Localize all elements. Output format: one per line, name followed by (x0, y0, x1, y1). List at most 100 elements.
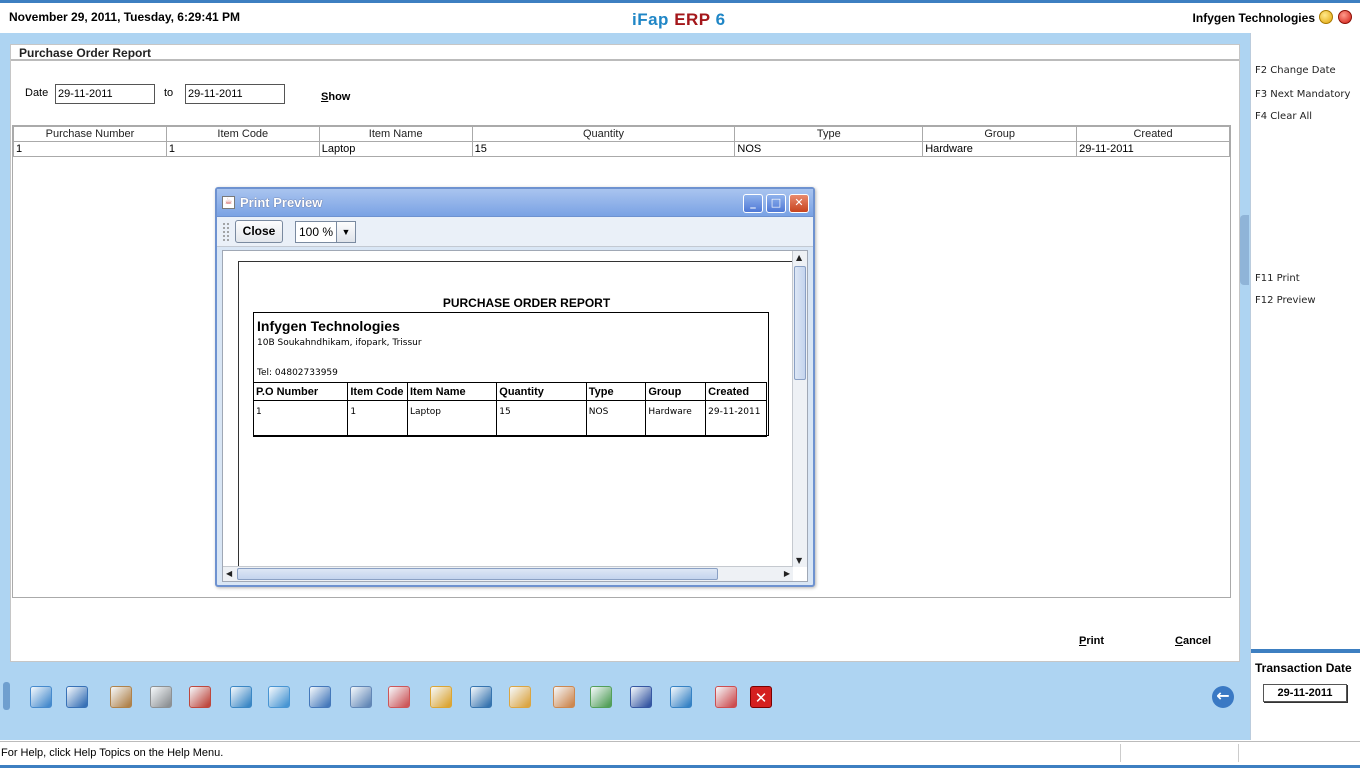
table-cell[interactable]: Laptop (318, 141, 473, 157)
map-icon[interactable] (30, 686, 52, 708)
transaction-date-label: Transaction Date (1255, 661, 1352, 675)
table-cell[interactable]: 29-11-2011 (1076, 141, 1230, 157)
side-panel-handle[interactable] (1240, 215, 1249, 285)
date-from-input[interactable]: 29-11-2011 (55, 84, 155, 104)
java-icon: ☕ (222, 196, 235, 209)
shortcut-next-mandatory[interactable]: F3 Next Mandatory (1255, 89, 1350, 100)
column-header[interactable]: Item Name (318, 126, 473, 142)
report-header-row: P.O Number Item Code Item Name Quantity … (252, 382, 767, 401)
table-cell[interactable]: NOS (734, 141, 924, 157)
close-button[interactable]: Close (235, 220, 283, 243)
zoom-value: 100 % (299, 225, 334, 239)
gear-icon[interactable] (670, 686, 692, 708)
dialog-maximize-icon[interactable]: □ (766, 194, 786, 213)
horizontal-scroll-thumb[interactable] (237, 568, 718, 580)
app-title-version: 6 (715, 10, 726, 29)
vertical-scroll-thumb[interactable] (794, 266, 806, 380)
table-header-row: Purchase Number Item Code Item Name Quan… (13, 126, 1230, 142)
report-body: Infygen Technologies 10B Soukahndhikam, … (252, 312, 769, 437)
table-cell[interactable]: 15 (471, 141, 736, 157)
dialog-title-bar[interactable]: ☕ Print Preview _ □ ✕ (217, 189, 813, 217)
shortcut-clear-all[interactable]: F4 Clear All (1255, 111, 1312, 122)
to-label: to (164, 87, 174, 99)
column-header[interactable]: Item Code (165, 126, 320, 142)
chevron-down-icon[interactable]: ▼ (336, 222, 355, 242)
report-cell: NOS (585, 400, 647, 437)
scroll-right-icon[interactable]: ▶ (784, 569, 790, 578)
window-icon[interactable] (309, 686, 331, 708)
shortcut-change-date[interactable]: F2 Change Date (1255, 65, 1336, 76)
users-icon[interactable] (110, 686, 132, 708)
report-column-header: Quantity (496, 382, 587, 401)
quick-launch-toolbar: ✕ ← (0, 678, 1240, 716)
clock-icon[interactable] (553, 686, 575, 708)
report-company: Infygen Technologies (257, 318, 400, 334)
table-cell[interactable]: 1 (13, 141, 167, 157)
chart-icon[interactable] (388, 686, 410, 708)
report-page: PURCHASE ORDER REPORT Infygen Technologi… (238, 261, 798, 581)
dialog-minimize-icon[interactable]: _ (743, 194, 763, 213)
table-row[interactable]: 1 1 Laptop 15 NOS Hardware 29-11-2011 (13, 141, 1230, 157)
report-cell: 1 (252, 400, 349, 437)
save-icon[interactable] (630, 686, 652, 708)
result-table: Purchase Number Item Code Item Name Quan… (13, 126, 1230, 157)
horizontal-scrollbar[interactable]: ◀ ▶ (223, 566, 793, 581)
report-column-header: Type (585, 382, 647, 401)
table-cell[interactable]: 1 (165, 141, 320, 157)
shortcut-preview[interactable]: F12 Preview (1255, 295, 1316, 306)
report-column-header: Item Name (406, 382, 498, 401)
zoom-select[interactable]: 100 % ▼ (295, 221, 356, 243)
spreadsheet-icon[interactable] (590, 686, 612, 708)
dots-icon[interactable] (150, 686, 172, 708)
column-header[interactable]: Group (922, 126, 1078, 142)
report-cell: 15 (496, 400, 587, 437)
title-bar: November 29, 2011, Tuesday, 6:29:41 PM i… (0, 0, 1360, 33)
report-title: PURCHASE ORDER REPORT (442, 296, 611, 310)
cancel-button[interactable]: Cancel (1175, 635, 1211, 647)
back-arrow-icon[interactable]: ← (1212, 686, 1234, 708)
user-phone-icon[interactable] (66, 686, 88, 708)
report-cell: Laptop (406, 400, 498, 437)
report-cell: Hardware (645, 400, 707, 437)
shortcut-print[interactable]: F11 Print (1255, 273, 1300, 284)
box-icon[interactable] (509, 686, 531, 708)
table-cell[interactable]: Hardware (922, 141, 1078, 157)
app-title-erp: ERP (674, 10, 711, 29)
column-header[interactable]: Purchase Number (13, 126, 167, 142)
print-button[interactable]: Print (1079, 635, 1104, 647)
date-label: Date (25, 87, 49, 99)
report-row: 1 1 Laptop 15 NOS Hardware 29-11-2011 (252, 400, 767, 437)
shortcut-panel: F2 Change Date F3 Next Mandatory F4 Clea… (1250, 33, 1360, 740)
books-icon[interactable] (189, 686, 211, 708)
report-column-header: Group (645, 382, 707, 401)
app-title-ifap: iFap (632, 10, 669, 29)
app-title: iFap ERP 6 (632, 10, 726, 30)
users-group-icon[interactable] (470, 686, 492, 708)
exit-icon[interactable]: ✕ (750, 686, 772, 708)
show-button[interactable]: Show (321, 91, 350, 103)
dialog-close-icon[interactable]: ✕ (789, 194, 809, 213)
toolbar-grip[interactable] (222, 222, 230, 242)
transfer-icon[interactable] (268, 686, 290, 708)
date-to-input[interactable]: 29-11-2011 (185, 84, 285, 104)
transaction-date-value[interactable]: 29-11-2011 (1263, 684, 1347, 702)
report-table: P.O Number Item Code Item Name Quantity … (252, 382, 767, 437)
panel-title: Purchase Order Report (11, 45, 1239, 61)
report-icon[interactable] (350, 686, 372, 708)
calendar-icon[interactable] (715, 686, 737, 708)
cart-icon[interactable] (230, 686, 252, 708)
close-app-icon[interactable] (1338, 10, 1352, 24)
scroll-left-icon[interactable]: ◀ (226, 569, 232, 578)
column-header[interactable]: Created (1076, 126, 1230, 142)
tree-icon[interactable] (430, 686, 452, 708)
toolbar-scroll-left[interactable] (3, 682, 10, 710)
vertical-scrollbar[interactable]: ▲ ▼ (792, 251, 807, 567)
report-tel: Tel: 04802733959 (257, 368, 338, 378)
datetime-display: November 29, 2011, Tuesday, 6:29:41 PM (9, 10, 241, 24)
column-header[interactable]: Quantity (471, 126, 736, 142)
column-header[interactable]: Type (734, 126, 924, 142)
scroll-up-icon[interactable]: ▲ (796, 253, 802, 262)
report-column-header: Created (705, 382, 767, 401)
minimize-icon[interactable] (1319, 10, 1333, 24)
scroll-down-icon[interactable]: ▼ (796, 556, 802, 565)
